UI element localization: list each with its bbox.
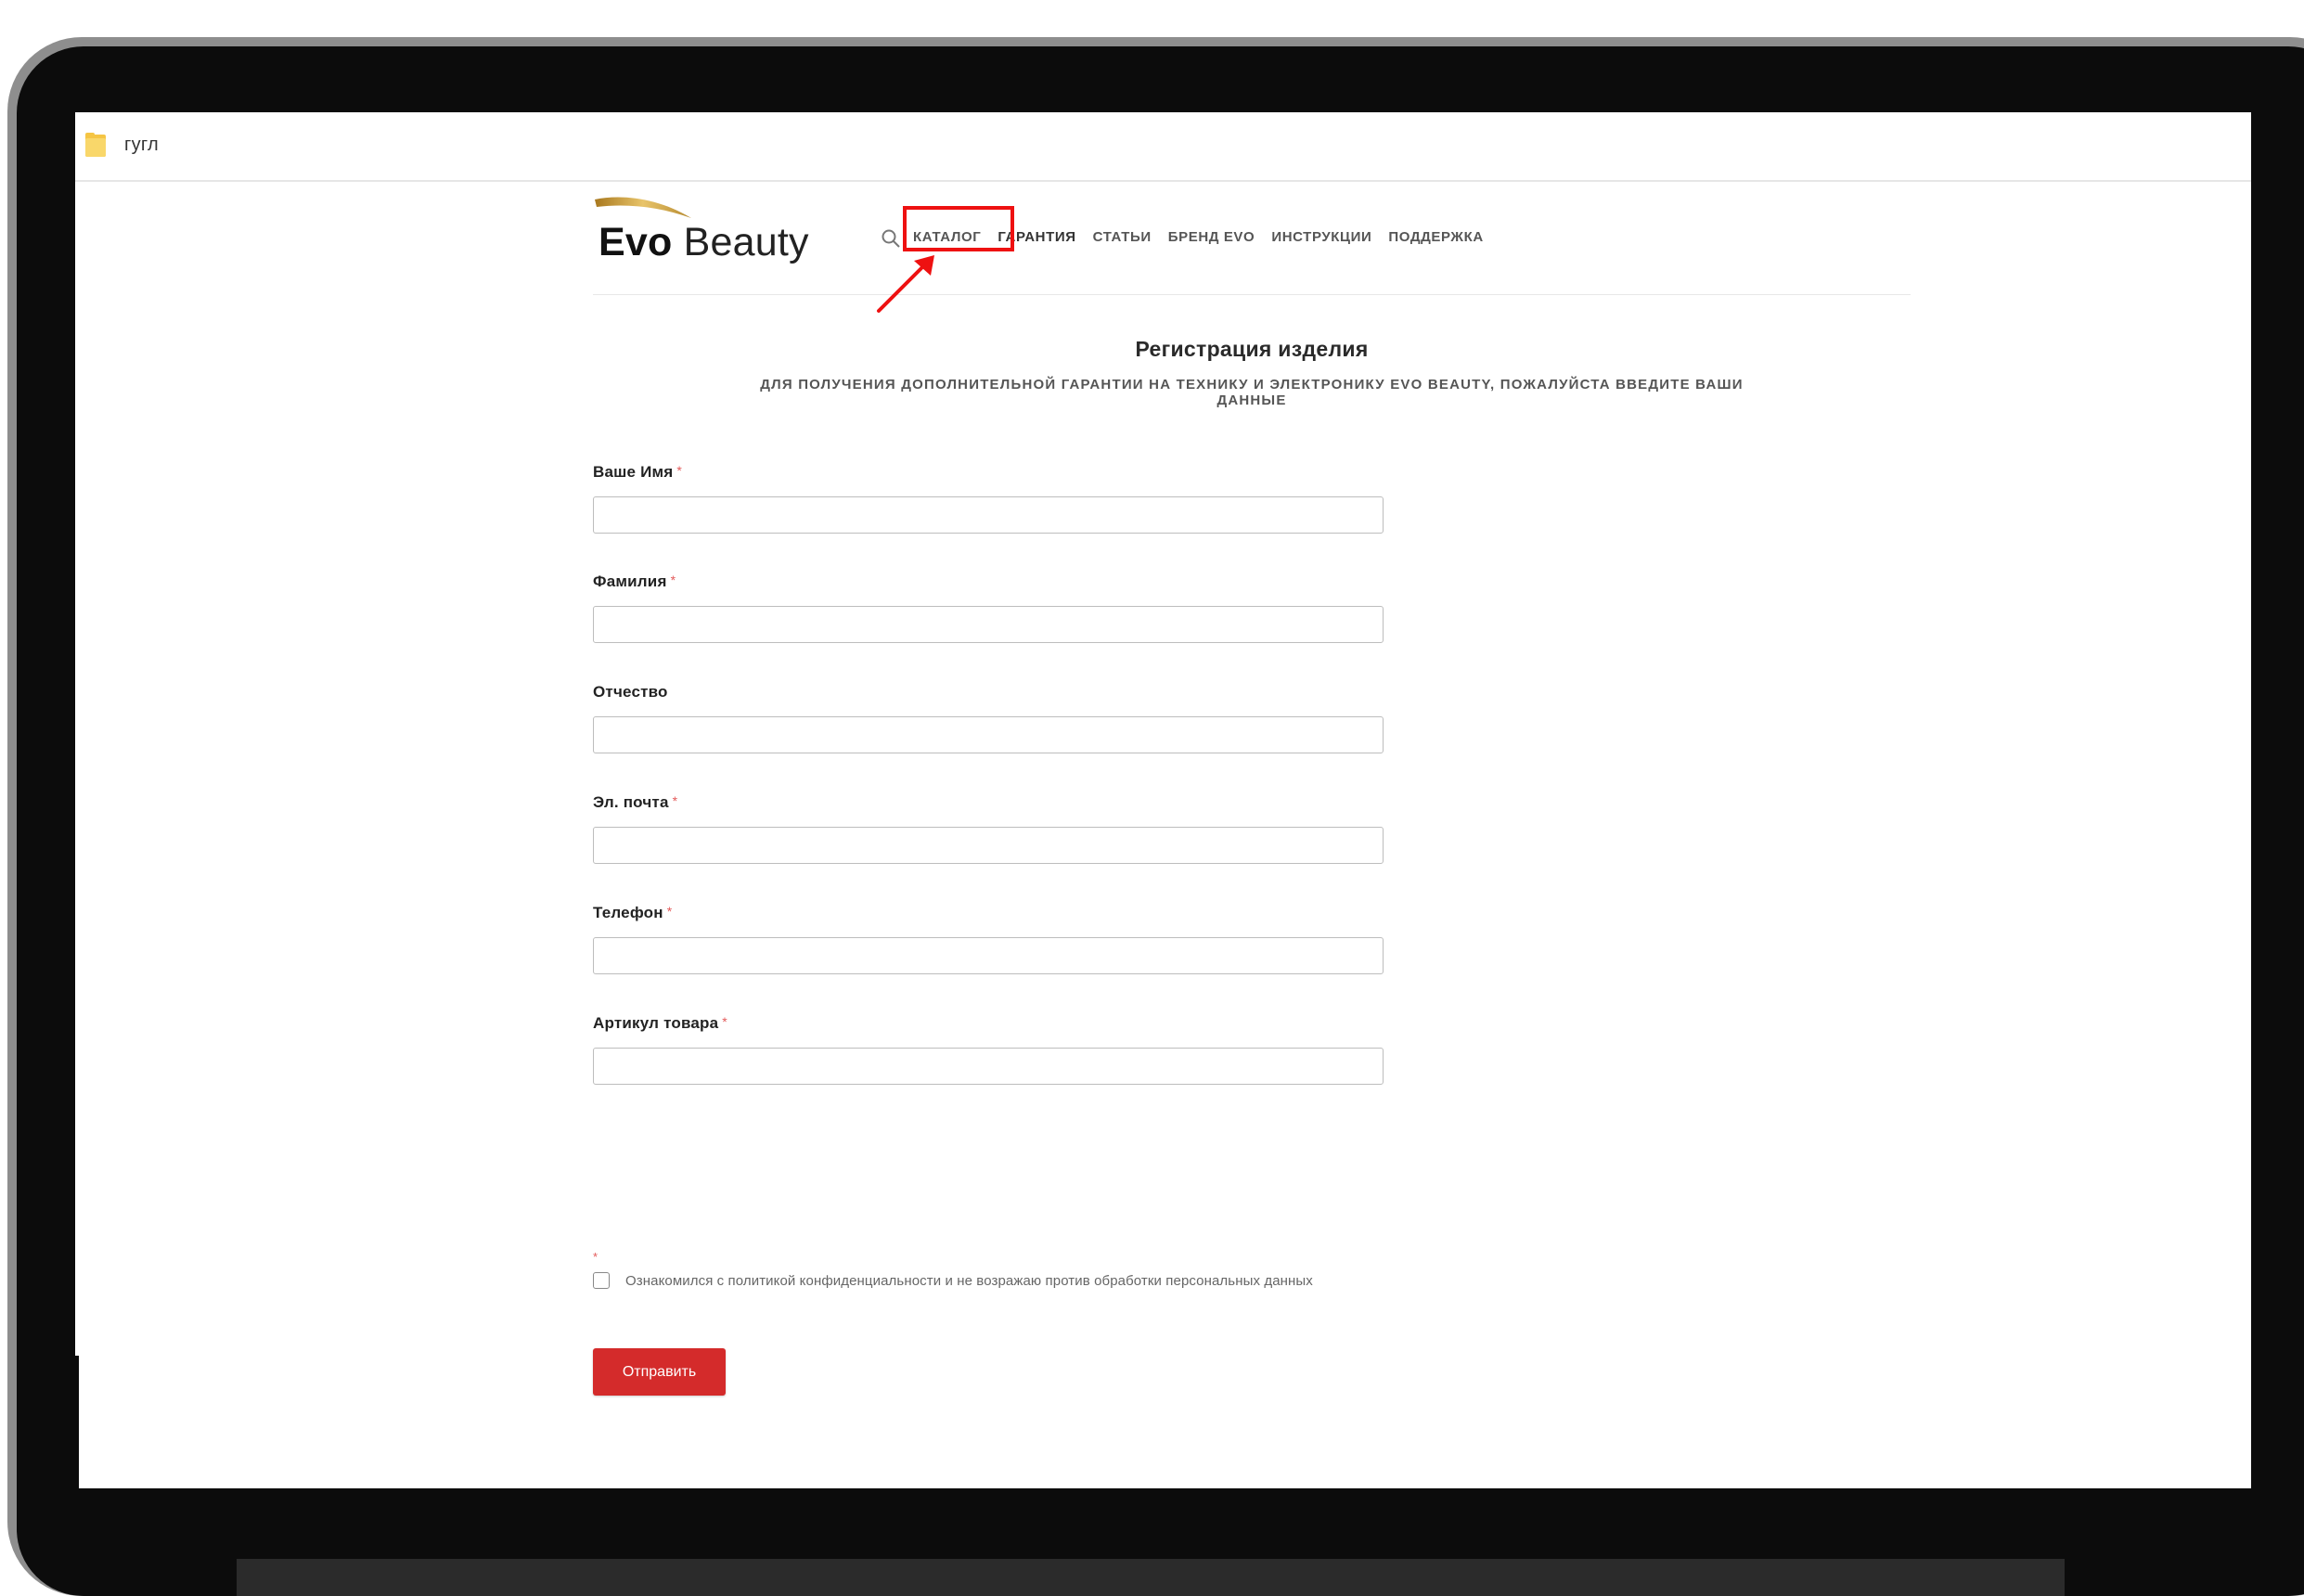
- field-label: Отчество: [593, 683, 668, 701]
- evo-beauty-logo[interactable]: Evo Beauty: [593, 194, 862, 287]
- sku-field: Артикул товара *: [593, 1014, 1384, 1085]
- nav-item-support[interactable]: ПОДДЕРЖКА: [1388, 228, 1483, 247]
- logo-text: Evo Beauty: [599, 220, 809, 264]
- folder-icon: [85, 133, 106, 157]
- consent-required-mark: *: [593, 1250, 599, 1264]
- page-title: Регистрация изделия: [1135, 337, 1369, 361]
- patronymic-input[interactable]: [593, 716, 1384, 753]
- bookmark-label: гугл: [124, 134, 160, 155]
- search-icon[interactable]: [881, 228, 901, 249]
- consent-text: Ознакомился с политикой конфиденциальнос…: [625, 1272, 1313, 1289]
- field-label: Артикул товара *: [593, 1014, 727, 1032]
- annotation-arrow-icon: [877, 255, 934, 313]
- consent-checkbox[interactable]: [593, 1272, 610, 1289]
- sku-input[interactable]: [593, 1048, 1384, 1085]
- last-name-field: Фамилия *: [593, 573, 1384, 643]
- browser-screen: гугл Evo Beauty КАТАЛОГ ГАРАНТИЯ СТАТЬИ …: [75, 112, 2251, 1488]
- nav-item-articles[interactable]: СТАТЬИ: [1093, 228, 1152, 247]
- email-input[interactable]: [593, 827, 1384, 864]
- phone-field: Телефон *: [593, 904, 1384, 974]
- last-name-input[interactable]: [593, 606, 1384, 643]
- field-label: Фамилия *: [593, 573, 676, 590]
- bookmark-google[interactable]: гугл: [84, 131, 159, 159]
- screen-edge: [75, 1356, 79, 1488]
- nav-item-instructions[interactable]: ИНСТРУКЦИИ: [1271, 228, 1371, 247]
- consent-checkbox-row[interactable]: Ознакомился с политикой конфиденциальнос…: [593, 1272, 1313, 1289]
- first-name-field: Ваше Имя *: [593, 463, 1384, 534]
- page-subtitle: ДЛЯ ПОЛУЧЕНИЯ ДОПОЛНИТЕЛЬНОЙ ГАРАНТИИ НА…: [760, 377, 1744, 408]
- phone-input[interactable]: [593, 937, 1384, 974]
- submit-button[interactable]: Отправить: [593, 1348, 726, 1396]
- field-label: Эл. почта *: [593, 793, 678, 811]
- field-label: Телефон *: [593, 904, 673, 921]
- nav-item-brand[interactable]: БРЕНД EVO: [1168, 228, 1255, 247]
- bookmarks-bar: гугл: [75, 112, 2251, 182]
- field-label: Ваше Имя *: [593, 463, 683, 481]
- site-header: Evo Beauty КАТАЛОГ ГАРАНТИЯ СТАТЬИ БРЕНД…: [593, 194, 1911, 295]
- first-name-input[interactable]: [593, 496, 1384, 534]
- email-field: Эл. почта *: [593, 793, 1384, 864]
- device-base: [237, 1559, 2065, 1596]
- annotation-highlight-box: [903, 206, 1014, 251]
- patronymic-field: Отчество: [593, 683, 1384, 753]
